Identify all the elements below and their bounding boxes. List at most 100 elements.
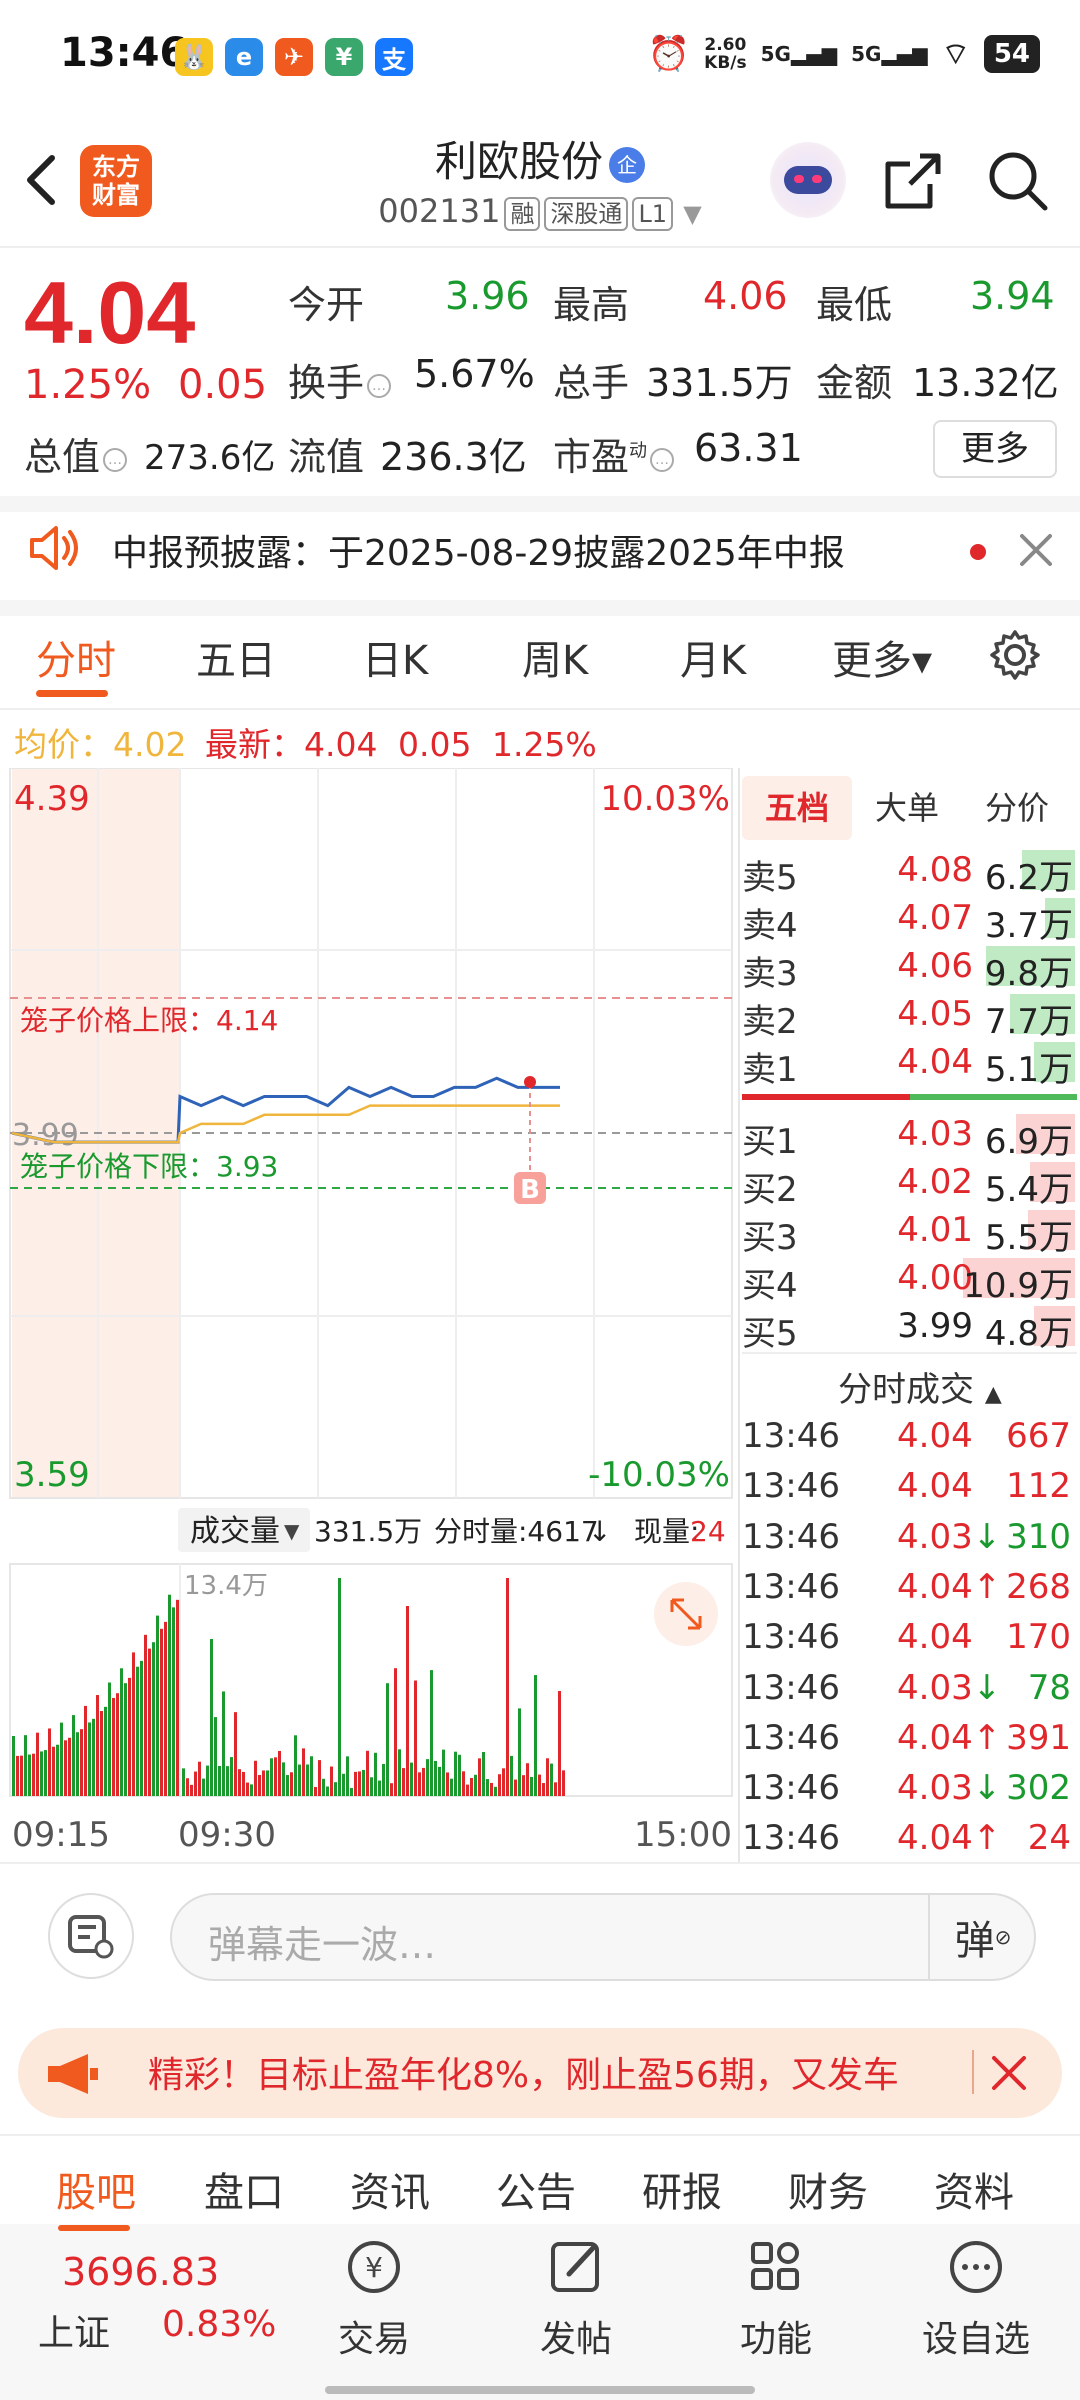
bid-price: 4.00 (897, 1258, 973, 1298)
bid-price: 4.02 (897, 1162, 973, 1202)
bid-row[interactable]: 买1 4.03 6.9万 (742, 1110, 1077, 1162)
auction-volume-bar (116, 1693, 119, 1796)
auction-volume-bar (144, 1634, 147, 1796)
volume-bar (450, 1778, 453, 1796)
bid-row[interactable]: 买4 4.00 10.9万 (742, 1254, 1077, 1306)
ob-tab-price[interactable]: 分价 (962, 776, 1072, 840)
index-name[interactable]: 上证 (38, 2304, 110, 2356)
auction-volume-bar (64, 1740, 67, 1796)
index-change[interactable]: 0.83% (162, 2304, 276, 2345)
ad-divider (972, 2050, 974, 2094)
volume-bar (290, 1772, 293, 1796)
ask-row[interactable]: 卖5 4.08 6.2万 (742, 846, 1077, 898)
arrow-up-icon: ↑ (972, 1566, 1002, 1607)
btab-news[interactable]: 资讯 (350, 2160, 430, 2218)
trade-price: 4.04 (897, 1466, 973, 1507)
volume-bar (286, 1775, 289, 1796)
ai-assistant-avatar[interactable] (770, 142, 846, 218)
btab-financials[interactable]: 财务 (788, 2160, 868, 2218)
tab-more[interactable]: 更多▾ (832, 628, 932, 686)
more-button[interactable]: 更多 (933, 420, 1057, 478)
ask-row[interactable]: 卖4 4.07 3.7万 (742, 894, 1077, 946)
volume-bar (478, 1758, 481, 1796)
ask-volume: 7.7万 (984, 1002, 1073, 1042)
settings-gear-icon[interactable] (988, 628, 1042, 682)
info-icon: … (650, 447, 675, 472)
ask-price: 4.08 (897, 850, 973, 890)
y-bottom-label: 3.59 (14, 1455, 90, 1495)
danmu-settings-button[interactable] (48, 1893, 134, 1979)
tab-monthly-k[interactable]: 月K (680, 628, 746, 686)
trade-row: 13:46 4.04↑ 391 (742, 1714, 1077, 1764)
notice-text[interactable]: 中报预披露：于2025-08-29披露2025年中报 (112, 524, 845, 576)
auction-volume-bar (16, 1755, 19, 1796)
tabs-divider (0, 708, 1080, 710)
tab-daily-k[interactable]: 日K (362, 628, 428, 686)
share-icon[interactable] (880, 148, 946, 214)
volume-bar (206, 1765, 209, 1796)
svg-text:¥: ¥ (365, 2251, 383, 2284)
tab-five-day[interactable]: 五日 (196, 628, 276, 686)
ad-text[interactable]: 精彩！目标止盈年化8%，刚止盈56期，又发车 (148, 2046, 956, 2098)
volume-bar (362, 1769, 365, 1796)
volume-bars (12, 1578, 565, 1796)
ask-label: 卖5 (742, 858, 798, 898)
arrow-down-icon: ↓ (972, 1516, 1002, 1557)
nav-functions[interactable]: 功能 (696, 2236, 856, 2362)
btab-research[interactable]: 研报 (642, 2160, 722, 2218)
tab-minute[interactable]: 分时 (36, 628, 116, 686)
volume-bar (350, 1787, 353, 1796)
ask-row[interactable]: 卖1 4.04 5.1万 (742, 1038, 1077, 1090)
vol-total: 331.5万 (314, 1515, 422, 1548)
trade-row: 13:46 4.03↓ 310 (742, 1513, 1077, 1563)
danmu-settings-icon (68, 1915, 114, 1959)
tab-weekly-k[interactable]: 周K (522, 628, 588, 686)
trades-header[interactable]: 分时成交 ▲ (838, 1362, 1002, 1411)
volume-bar (302, 1748, 305, 1796)
arrow-down-icon: ↓ (972, 1667, 1002, 1708)
intraday-chart[interactable]: 4.39 3.59 3.99 10.03% -10.03% 笼子价格上限：4.1… (0, 768, 740, 1868)
trade-row: 13:46 4.03↓ 78 (742, 1664, 1077, 1714)
ob-tab-five[interactable]: 五档 (742, 776, 852, 840)
nav-watchlist[interactable]: 设自选 (896, 2236, 1056, 2362)
bid-row[interactable]: 买5 3.99 4.8万 (742, 1302, 1077, 1354)
ob-tab-large[interactable]: 大单 (852, 776, 962, 840)
volume-bar (218, 1765, 221, 1796)
btab-profile[interactable]: 资料 (934, 2160, 1014, 2218)
btab-market-depth[interactable]: 盘口 (204, 2160, 284, 2218)
danmu-toggle-button[interactable]: 弹 ⊘ (928, 1893, 1036, 1981)
index-value[interactable]: 3696.83 (62, 2250, 219, 2294)
volume-bar (422, 1767, 425, 1796)
auction-volume-bar (136, 1666, 139, 1796)
ask-volume: 3.7万 (984, 906, 1073, 946)
ask-row[interactable]: 卖3 4.06 9.8万 (742, 942, 1077, 994)
ask-row[interactable]: 卖2 4.05 7.7万 (742, 990, 1077, 1042)
ad-close-icon[interactable] (990, 2054, 1028, 2092)
trade-price: 4.03↓ (897, 1516, 1002, 1557)
volume-bar (506, 1578, 509, 1796)
ask-volume: 6.2万 (984, 858, 1073, 898)
volume-bar (434, 1760, 437, 1796)
nav-post[interactable]: 发帖 (496, 2236, 656, 2362)
volume-bar (230, 1757, 233, 1796)
volume-bar (390, 1783, 393, 1796)
btab-forum[interactable]: 股吧 (56, 2160, 136, 2218)
pe-label: 市盈动… (553, 426, 677, 481)
bid-volume: 5.4万 (984, 1170, 1073, 1210)
info-icon: … (367, 373, 392, 398)
bid-row[interactable]: 买2 4.02 5.4万 (742, 1158, 1077, 1210)
volume-bar (482, 1751, 485, 1796)
nav-trade[interactable]: ¥ 交易 (294, 2236, 454, 2362)
ask-label: 卖1 (742, 1050, 798, 1090)
home-indicator[interactable] (325, 2386, 755, 2394)
btab-announcements[interactable]: 公告 (496, 2160, 576, 2218)
volume-bar (254, 1760, 257, 1796)
auction-volume-bar (120, 1668, 123, 1796)
auction-volume-bar (132, 1652, 135, 1796)
search-icon[interactable] (985, 148, 1051, 214)
trade-time: 13:46 (742, 1667, 840, 1708)
volume-bar (222, 1691, 225, 1796)
close-icon[interactable] (1018, 532, 1054, 568)
bid-row[interactable]: 买3 4.01 5.5万 (742, 1206, 1077, 1258)
volume-bar (266, 1770, 269, 1796)
